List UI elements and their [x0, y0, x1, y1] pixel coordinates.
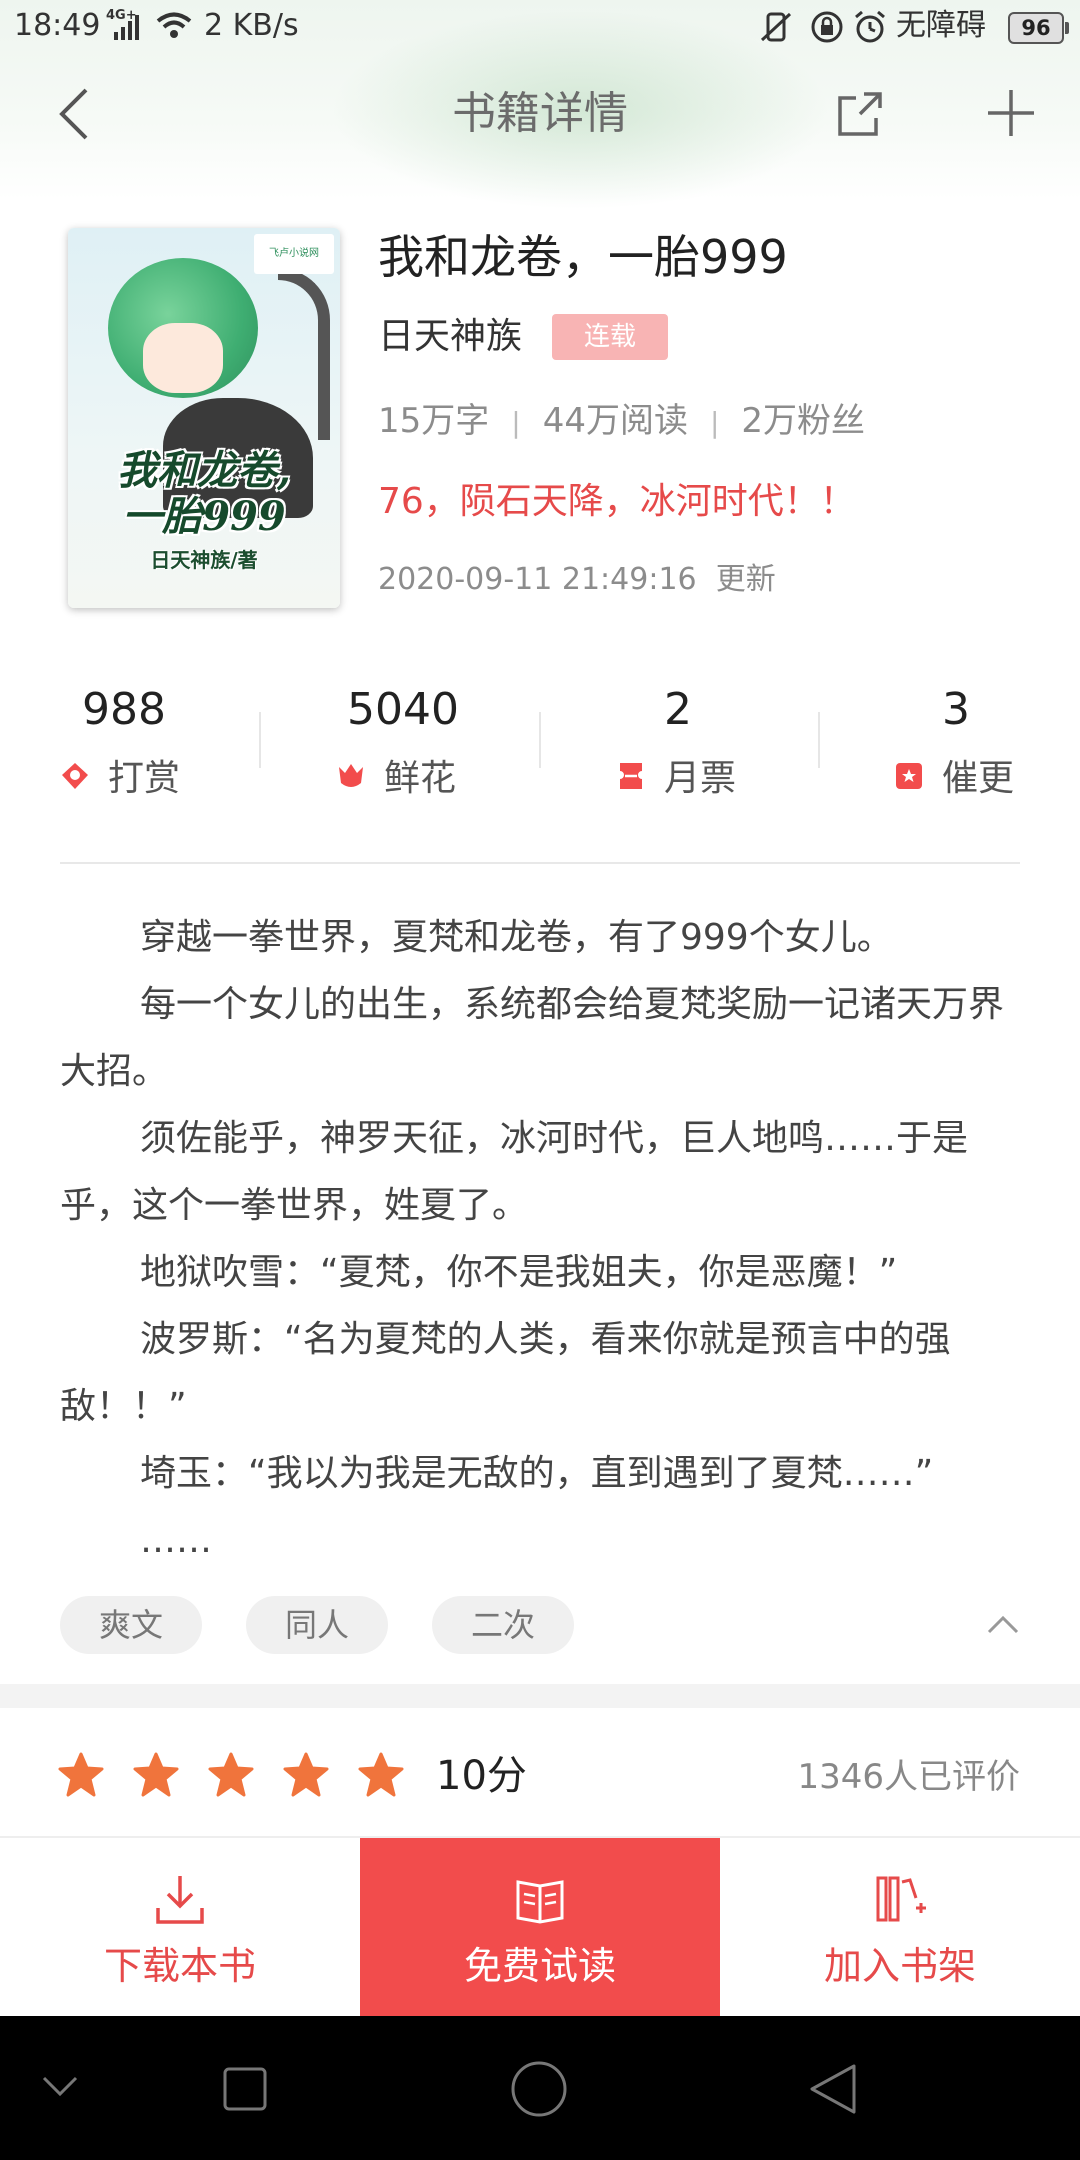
bottom-action-bar: 下载本书 免费试读 加入书架 — [0, 1836, 1080, 2018]
cover-author: 日天神族/著 — [150, 548, 258, 572]
cover-title-line2: 一胎999 — [122, 493, 286, 540]
divider — [60, 862, 1020, 864]
book-title: 我和龙卷，一胎999 — [378, 230, 788, 284]
wifi-icon — [156, 12, 192, 38]
book-cover[interactable]: 飞卢小说网 我和龙卷, 一胎999 日天神族/著 — [68, 228, 340, 608]
free-read-label: 免费试读 — [463, 1944, 616, 1988]
stat-label: 月票 — [664, 758, 737, 799]
share-button[interactable] — [834, 88, 886, 140]
ticket-icon — [620, 763, 642, 789]
tag-chip[interactable]: 同人 — [246, 1596, 388, 1654]
stat-value: 5040 — [347, 684, 459, 735]
lock-rotation-icon — [811, 11, 843, 43]
battery-icon: 96 — [1008, 12, 1069, 44]
download-icon — [156, 1876, 204, 1924]
stat-urge[interactable]: 3 催更 — [894, 680, 1080, 804]
tag-chip[interactable]: 二次 — [432, 1596, 574, 1654]
book-open-icon — [516, 1880, 564, 1924]
synopsis-paragraph: 每一个女儿的出生，系统都会给夏梵奖励一记诸天万界大招。 — [60, 984, 1005, 1092]
recents-button[interactable] — [222, 2066, 268, 2112]
fan-count: 2万粉丝 — [741, 401, 866, 441]
back-button[interactable] — [54, 86, 94, 142]
stat-label-row: 打赏 — [60, 754, 290, 804]
stat-divider — [539, 712, 541, 768]
update-time: 2020-09-11 21:49:16 更新 — [378, 558, 776, 602]
cover-title: 我和龙卷, 一胎999 — [72, 448, 336, 540]
download-label: 下载本书 — [103, 1944, 256, 1988]
cellular-signal-icon — [114, 15, 139, 40]
cover-art-face — [143, 323, 223, 393]
star-icon — [358, 1752, 404, 1797]
free-read-button[interactable]: 免费试读 — [360, 1838, 720, 2018]
update-suffix: 更新 — [715, 562, 776, 597]
cover-logo: 飞卢小说网 — [254, 234, 334, 274]
status-badge: 连载 — [552, 314, 668, 360]
separator: | — [709, 406, 720, 439]
synopsis-paragraph: 地狱吹雪：“夏梵，你不是我姐夫，你是恶魔！” — [140, 1252, 898, 1293]
accessibility-label: 无障碍 — [896, 8, 986, 43]
flower-icon — [339, 764, 363, 787]
latest-chapter-link[interactable]: 76，陨石天降，冰河时代！！ — [378, 476, 856, 528]
stat-label: 打赏 — [108, 758, 181, 799]
rating-score: 10分 — [436, 1753, 527, 1799]
chevron-up-icon[interactable] — [986, 1608, 1020, 1642]
tag-chip[interactable]: 爽文 — [60, 1596, 202, 1654]
synopsis-paragraph: 穿越一拳世界，夏梵和龙卷，有了999个女儿。 — [140, 917, 893, 958]
star-icon — [58, 1752, 104, 1797]
add-button[interactable] — [986, 88, 1036, 138]
stat-value: 2 — [664, 684, 692, 735]
cover-title-line1: 我和龙卷, — [117, 447, 291, 494]
star-icon — [208, 1752, 254, 1797]
stat-label-row: 催更 — [894, 754, 1080, 804]
system-navigation-bar — [0, 2016, 1080, 2160]
book-stats: 15万字 | 44万阅读 | 2万粉丝 — [378, 396, 865, 448]
page-title: 书籍详情 — [452, 88, 628, 139]
synopsis-paragraph: 须佐能乎，神罗天征，冰河时代，巨人地鸣……于是乎，这个一拳世界，姓夏了。 — [60, 1118, 969, 1226]
back-nav-button[interactable] — [806, 2062, 858, 2116]
stat-divider — [818, 712, 820, 768]
word-count: 15万字 — [378, 401, 490, 441]
stat-value: 988 — [82, 684, 166, 735]
status-time: 18:49 — [14, 8, 101, 43]
rating-stars — [58, 1752, 433, 1797]
synopsis-paragraph: 埼玉：“我以为我是无敌的，直到遇到了夏梵……” — [140, 1453, 934, 1494]
bookshelf-add-icon — [876, 1876, 926, 1922]
stat-divider — [259, 712, 261, 768]
book-author[interactable]: 日天神族 — [378, 312, 522, 362]
update-timestamp: 2020-09-11 21:49:16 — [378, 562, 697, 597]
stat-ticket[interactable]: 2 月票 — [616, 680, 846, 804]
separator: | — [511, 406, 521, 439]
stat-reward[interactable]: 988 打赏 — [60, 680, 290, 804]
stat-label: 鲜花 — [384, 758, 457, 799]
add-to-shelf-button[interactable]: 加入书架 — [720, 1838, 1080, 2018]
stat-label-row: 月票 — [616, 754, 846, 804]
stat-label: 催更 — [942, 758, 1015, 799]
add-to-shelf-label: 加入书架 — [823, 1944, 976, 1988]
vibrate-off-icon — [760, 12, 792, 42]
network-speed: 2 KB/s — [204, 8, 299, 43]
synopsis-paragraph: …… — [140, 1520, 212, 1561]
star-icon — [133, 1752, 179, 1797]
stat-flower[interactable]: 5040 鲜花 — [336, 680, 566, 804]
chevron-down-icon[interactable] — [40, 2072, 80, 2102]
status-bar: 18:49 4G+ 2 KB/s 无障碍 96 — [0, 0, 1080, 54]
synopsis-paragraph: 波罗斯：“名为夏梵的人类，看来你就是预言中的强敌！！” — [60, 1319, 951, 1427]
stat-label-row: 鲜花 — [336, 754, 566, 804]
stat-value: 3 — [942, 684, 970, 735]
read-count: 44万阅读 — [542, 401, 688, 441]
reward-icon — [62, 763, 88, 789]
alarm-icon — [855, 10, 885, 43]
star-icon — [283, 1752, 329, 1797]
rating-count[interactable]: 1346人已评价 — [797, 1750, 1020, 1804]
home-button[interactable] — [510, 2060, 568, 2118]
section-divider — [0, 1684, 1080, 1708]
urge-icon — [896, 763, 922, 789]
synopsis: 穿越一拳世界，夏梵和龙卷，有了999个女儿。 每一个女儿的出生，系统都会给夏梵奖… — [60, 904, 1020, 1574]
download-button[interactable]: 下载本书 — [0, 1838, 360, 2018]
